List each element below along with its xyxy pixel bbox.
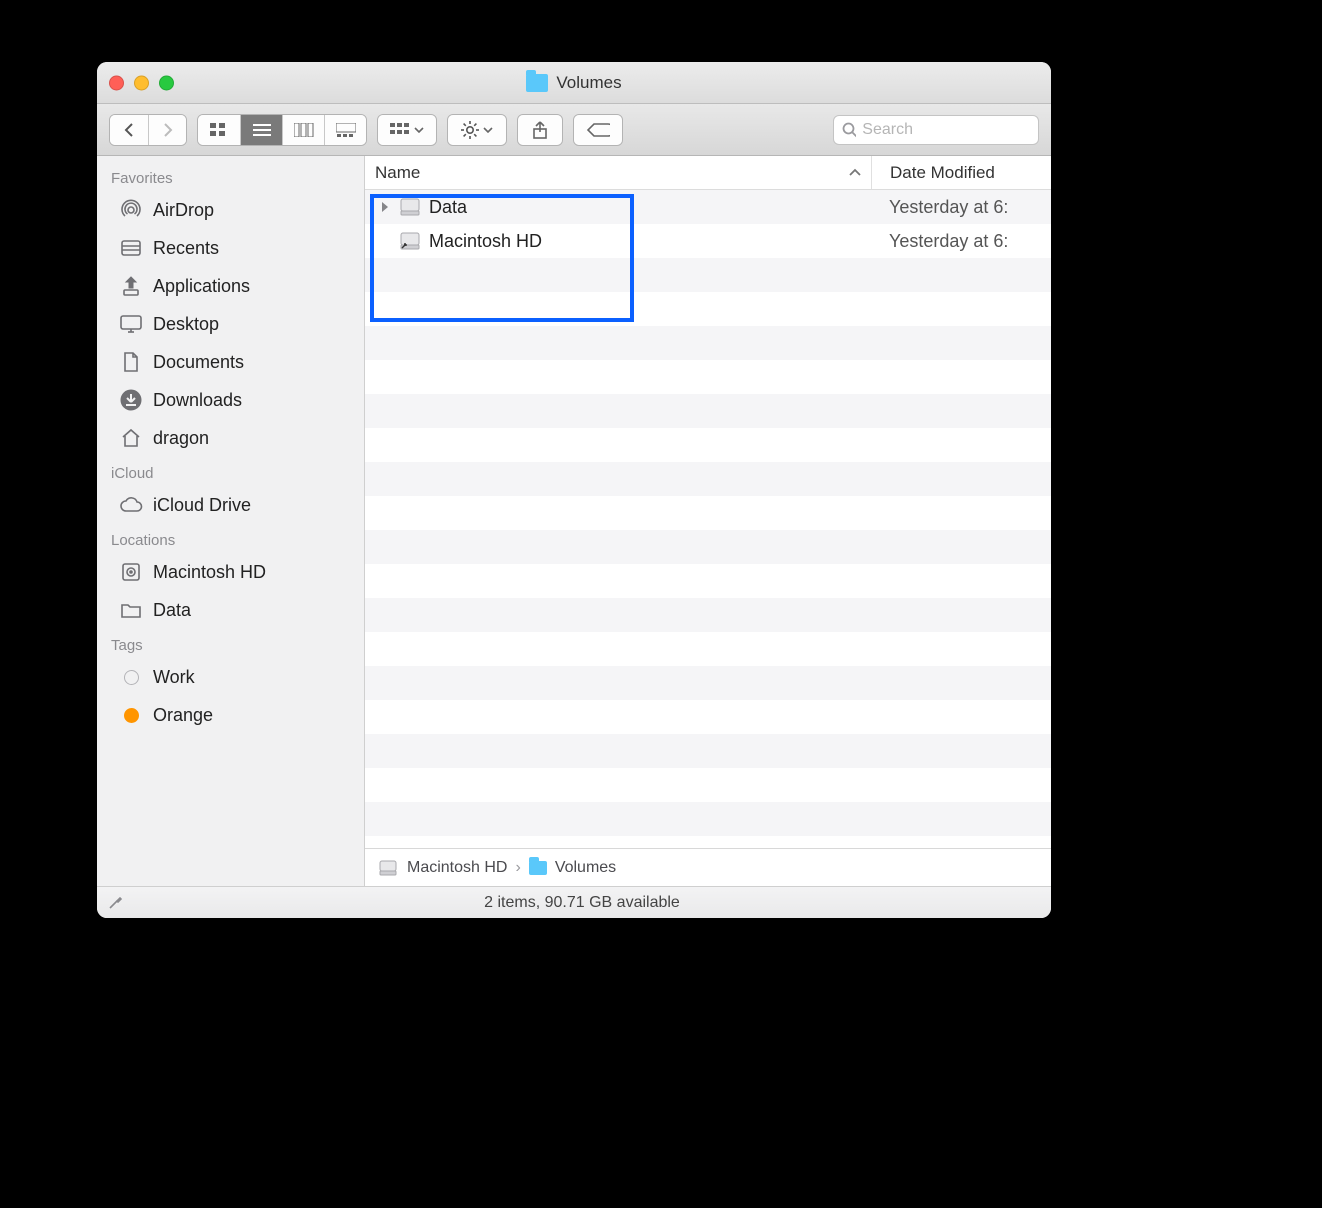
close-button[interactable] [109, 75, 124, 90]
downloads-icon [119, 388, 143, 412]
sidebar-item-documents[interactable]: Documents [97, 343, 364, 381]
tag-dot-icon [119, 703, 143, 727]
zoom-button[interactable] [159, 75, 174, 90]
sidebar-item-desktop[interactable]: Desktop [97, 305, 364, 343]
forward-button[interactable] [148, 115, 186, 145]
folder-icon [529, 861, 547, 875]
view-switcher [197, 114, 367, 146]
minimize-button[interactable] [134, 75, 149, 90]
drive-icon [377, 858, 399, 878]
tag-icon [586, 122, 610, 138]
column-headers: Name Date Modified [365, 156, 1051, 190]
sidebar-tag-orange[interactable]: Orange [97, 696, 364, 734]
customize-toolbar-icon[interactable] [107, 895, 123, 911]
sidebar-item-airdrop[interactable]: AirDrop [97, 191, 364, 229]
status-bar: 2 items, 90.71 GB available [97, 886, 1051, 918]
airdrop-icon [119, 198, 143, 222]
sidebar-item-icloud-drive[interactable]: iCloud Drive [97, 486, 364, 524]
share-icon [532, 121, 548, 139]
sidebar-item-label: dragon [153, 428, 209, 449]
chevron-right-icon: › [515, 859, 520, 877]
sidebar-item-label: Orange [153, 705, 213, 726]
window-title-text: Volumes [556, 73, 621, 93]
sidebar-item-label: Recents [153, 238, 219, 259]
sidebar-item-data[interactable]: Data [97, 591, 364, 629]
sidebar: Favorites AirDrop Recents Applications D… [97, 156, 365, 886]
file-list: Name Date Modified [365, 156, 1051, 886]
internal-disk-icon [119, 560, 143, 584]
group-by-button[interactable] [378, 115, 436, 145]
gallery-view-button[interactable] [324, 115, 366, 145]
recents-icon [119, 236, 143, 260]
titlebar: Volumes [97, 62, 1051, 104]
nav-buttons [109, 114, 187, 146]
desktop-icon [119, 312, 143, 336]
chevron-down-icon [483, 127, 493, 133]
sidebar-item-home[interactable]: dragon [97, 419, 364, 457]
search-icon [842, 122, 856, 138]
sidebar-item-label: Data [153, 600, 191, 621]
file-date: Yesterday at 6: [871, 197, 1051, 218]
action-menu-button[interactable] [448, 115, 506, 145]
sidebar-item-label: Downloads [153, 390, 242, 411]
applications-icon [119, 274, 143, 298]
window-title: Volumes [526, 73, 621, 93]
sidebar-item-macintosh-hd[interactable]: Macintosh HD [97, 553, 364, 591]
path-bar: Macintosh HD › Volumes [365, 848, 1051, 886]
path-segment[interactable]: Macintosh HD [407, 859, 507, 877]
column-header-name[interactable]: Name [365, 163, 871, 183]
sidebar-item-label: Macintosh HD [153, 562, 266, 583]
sidebar-heading-favorites: Favorites [97, 162, 364, 191]
file-name: Data [429, 197, 467, 218]
file-row[interactable]: Data Yesterday at 6: [365, 190, 1051, 224]
disclosure-triangle-icon[interactable] [379, 201, 391, 213]
search-field[interactable] [833, 115, 1039, 145]
share-button[interactable] [518, 115, 562, 145]
folder-icon [119, 598, 143, 622]
icon-view-button[interactable] [198, 115, 240, 145]
sidebar-item-applications[interactable]: Applications [97, 267, 364, 305]
drive-alias-icon [399, 231, 421, 251]
column-header-label: Name [375, 163, 420, 183]
column-header-date[interactable]: Date Modified [872, 163, 1051, 183]
edit-tags-button[interactable] [574, 115, 622, 145]
column-header-label: Date Modified [890, 163, 995, 182]
sidebar-item-label: Documents [153, 352, 244, 373]
sidebar-item-label: iCloud Drive [153, 495, 251, 516]
sidebar-heading-locations: Locations [97, 524, 364, 553]
sidebar-item-label: Desktop [153, 314, 219, 335]
sidebar-tag-work[interactable]: Work [97, 658, 364, 696]
sidebar-item-recents[interactable]: Recents [97, 229, 364, 267]
file-name: Macintosh HD [429, 231, 542, 252]
toolbar [97, 104, 1051, 156]
tag-dot-icon [119, 665, 143, 689]
status-text: 2 items, 90.71 GB available [484, 894, 680, 912]
finder-window: Volumes [97, 62, 1051, 918]
file-row[interactable]: Macintosh HD Yesterday at 6: [365, 224, 1051, 258]
back-button[interactable] [110, 115, 148, 145]
sidebar-heading-tags: Tags [97, 629, 364, 658]
sidebar-item-downloads[interactable]: Downloads [97, 381, 364, 419]
window-controls [109, 75, 174, 90]
folder-icon [526, 74, 548, 92]
search-input[interactable] [862, 121, 1030, 139]
sort-indicator-icon [849, 168, 871, 178]
drive-icon [399, 197, 421, 217]
list-view-button[interactable] [240, 115, 282, 145]
sidebar-item-label: Applications [153, 276, 250, 297]
gear-icon [461, 121, 479, 139]
path-segment[interactable]: Volumes [555, 859, 616, 877]
documents-icon [119, 350, 143, 374]
home-icon [119, 426, 143, 450]
sidebar-item-label: Work [153, 667, 195, 688]
column-view-button[interactable] [282, 115, 324, 145]
icloud-icon [119, 493, 143, 517]
sidebar-heading-icloud: iCloud [97, 457, 364, 486]
sidebar-item-label: AirDrop [153, 200, 214, 221]
file-date: Yesterday at 6: [871, 231, 1051, 252]
chevron-down-icon [414, 127, 424, 133]
file-rows: Data Yesterday at 6: Macintosh HD [365, 190, 1051, 848]
